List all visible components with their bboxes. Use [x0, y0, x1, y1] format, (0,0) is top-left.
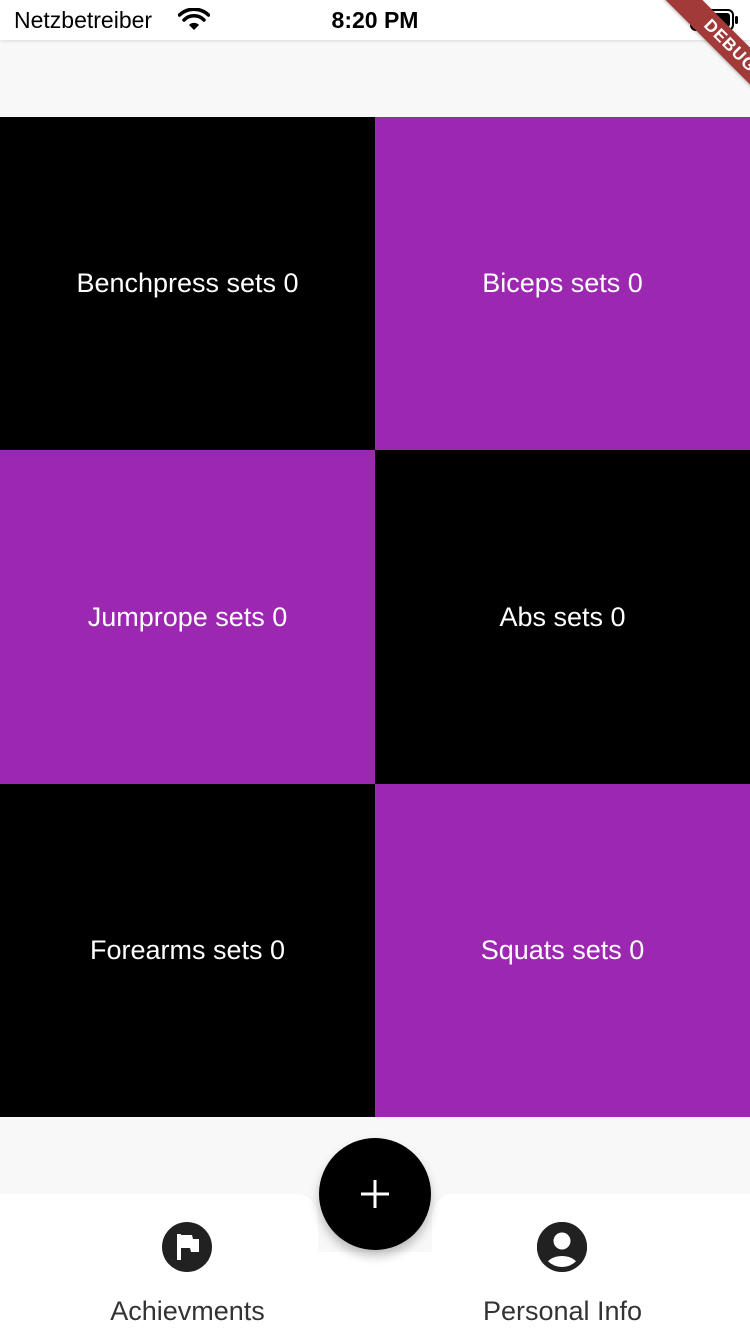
exercise-grid: Benchpress sets 0 Biceps sets 0 Jumprope… — [0, 117, 750, 1117]
debug-banner: DEBUG — [630, 0, 750, 120]
tile-jumprope[interactable]: Jumprope sets 0 — [0, 450, 375, 784]
tile-label: Biceps sets 0 — [482, 268, 643, 298]
tile-forearms[interactable]: Forearms sets 0 — [0, 784, 375, 1117]
nav-item-personal-info[interactable]: Personal Info — [375, 1194, 750, 1334]
debug-label: DEBUG — [664, 0, 750, 112]
tile-label: Jumprope sets 0 — [87, 601, 288, 632]
nav-item-achievements[interactable]: Achievments — [0, 1194, 375, 1334]
plus-icon — [361, 1180, 389, 1208]
tile-label: Forearms sets 0 — [89, 935, 286, 965]
tile-abs[interactable]: Abs sets 0 — [375, 450, 750, 784]
tile-biceps[interactable]: Biceps sets 0 — [375, 117, 750, 450]
add-button[interactable] — [319, 1138, 431, 1250]
nav-label-achievements: Achievments — [110, 1296, 265, 1326]
nav-label-personal-info: Personal Info — [482, 1296, 643, 1326]
tile-benchpress[interactable]: Benchpress sets 0 — [0, 117, 375, 450]
tile-label: Benchpress sets 0 — [76, 268, 299, 298]
tile-label: Abs sets 0 — [499, 601, 626, 632]
tile-squats[interactable]: Squats sets 0 — [375, 784, 750, 1117]
flag-icon — [162, 1222, 212, 1272]
tile-label: Squats sets 0 — [480, 935, 645, 965]
account-circle-icon — [537, 1222, 587, 1272]
